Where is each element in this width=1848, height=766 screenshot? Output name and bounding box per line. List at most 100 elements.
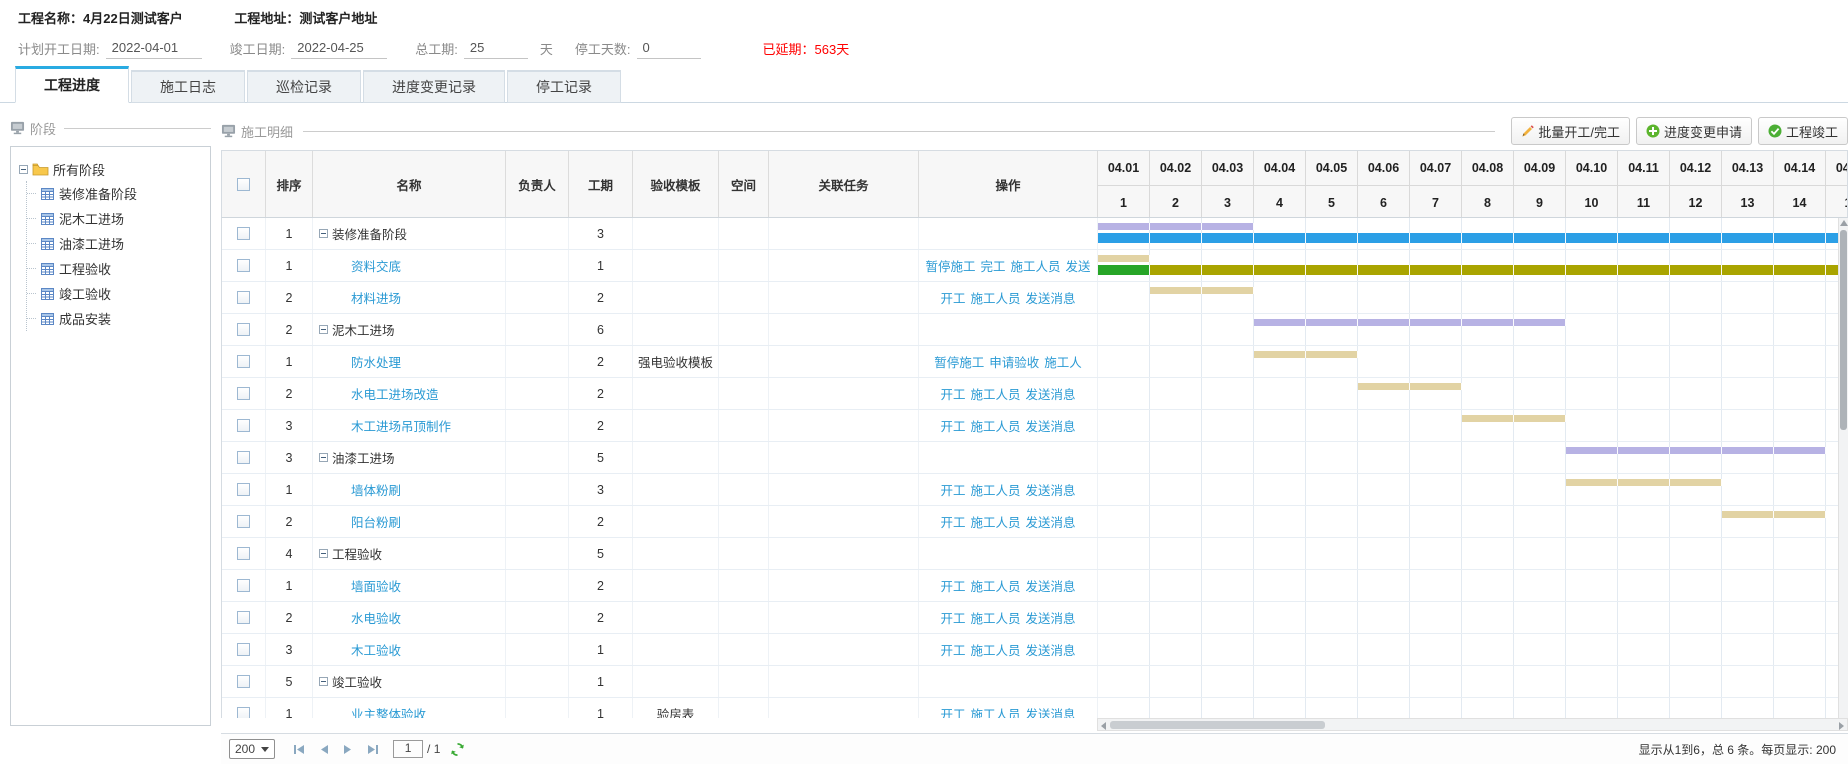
row-checkbox[interactable] <box>237 675 250 688</box>
vertical-scroll-thumb[interactable] <box>1840 230 1847 430</box>
row-checkbox[interactable] <box>237 227 250 240</box>
action-link-开工[interactable]: 开工 <box>940 416 965 435</box>
task-name-link[interactable]: 木工进场吊顶制作 <box>313 416 451 435</box>
action-link-发送消息[interactable]: 发送消息 <box>1026 576 1076 595</box>
horizontal-scrollbar[interactable] <box>1097 718 1848 731</box>
批量开工/完工-button[interactable]: 批量开工/完工 <box>1511 117 1630 145</box>
gantt-bar-task_plan[interactable] <box>1098 255 1150 262</box>
total-duration-field[interactable]: 25 <box>464 38 528 59</box>
gantt-bar-task_plan[interactable] <box>1254 351 1358 358</box>
tab-巡检记录[interactable]: 巡检记录 <box>247 70 361 103</box>
action-link-开工[interactable]: 开工 <box>940 480 965 499</box>
action-link-开工[interactable]: 开工 <box>940 512 965 531</box>
action-link-发送消息[interactable]: 发送消息 <box>1026 640 1076 659</box>
plan-start-field[interactable]: 2022-04-01 <box>106 38 202 59</box>
task-name-link[interactable]: 资料交底 <box>313 256 401 275</box>
tree-root-all-stages[interactable]: 所有阶段 <box>19 157 202 181</box>
tree-collapse-icon[interactable] <box>19 165 28 174</box>
action-link-开工[interactable]: 开工 <box>940 288 965 307</box>
action-link-发送消息[interactable]: 发送消息 <box>1026 704 1076 718</box>
collapse-icon[interactable] <box>319 549 328 558</box>
action-link-开工[interactable]: 开工 <box>940 608 965 627</box>
row-checkbox[interactable] <box>237 451 250 464</box>
scroll-right-arrow-icon[interactable] <box>1839 722 1844 730</box>
action-link-发送消息[interactable]: 发送消息 <box>1026 416 1076 435</box>
action-link-施工人员[interactable]: 施工人员 <box>970 576 1020 595</box>
task-name-link[interactable]: 材料进场 <box>313 288 401 307</box>
tree-item-装修准备阶段[interactable]: 装修准备阶段 <box>27 181 202 206</box>
gantt-bar-group_plan[interactable] <box>1254 319 1566 326</box>
tree-item-成品安装[interactable]: 成品安装 <box>27 306 202 331</box>
action-link-发送消息[interactable]: 发送消息 <box>1026 608 1076 627</box>
row-checkbox[interactable] <box>237 611 250 624</box>
refresh-button[interactable] <box>450 742 465 757</box>
collapse-icon[interactable] <box>319 229 328 238</box>
row-checkbox[interactable] <box>237 515 250 528</box>
row-checkbox[interactable] <box>237 483 250 496</box>
action-link-开工[interactable]: 开工 <box>940 704 965 718</box>
action-link-暂停施工[interactable]: 暂停施工 <box>934 352 984 371</box>
action-link-施工人员[interactable]: 施工人员 <box>970 384 1020 403</box>
tree-item-泥木工进场[interactable]: 泥木工进场 <box>27 206 202 231</box>
gantt-bar-task_plan[interactable] <box>1462 415 1566 422</box>
stop-days-field[interactable]: 0 <box>637 38 701 59</box>
action-link-发送消息[interactable]: 发送消息 <box>1026 512 1076 531</box>
row-checkbox[interactable] <box>237 387 250 400</box>
action-link-施工人员[interactable]: 施工人员 <box>970 704 1020 718</box>
action-link-发送消息[interactable]: 发送消息 <box>1026 288 1076 307</box>
task-name-link[interactable]: 水电工进场改造 <box>313 384 439 403</box>
row-checkbox[interactable] <box>237 355 250 368</box>
row-checkbox[interactable] <box>237 547 250 560</box>
tab-施工日志[interactable]: 施工日志 <box>131 70 245 103</box>
action-link-发送消息[interactable]: 发送消息 <box>1026 480 1076 499</box>
task-name-link[interactable]: 业主整体验收 <box>313 704 426 718</box>
gantt-bar-task_done[interactable] <box>1098 265 1150 275</box>
tree-item-竣工验收[interactable]: 竣工验收 <box>27 281 202 306</box>
scroll-up-arrow-icon[interactable] <box>1840 220 1848 226</box>
action-link-开工[interactable]: 开工 <box>940 640 965 659</box>
action-link-发送[interactable]: 发送 <box>1066 256 1091 275</box>
last-page-button[interactable] <box>367 744 379 755</box>
row-checkbox[interactable] <box>237 419 250 432</box>
task-name-link[interactable]: 木工验收 <box>313 640 401 659</box>
page-number-input[interactable]: 1 <box>393 740 423 758</box>
工程竣工-button[interactable]: 工程竣工 <box>1758 117 1848 145</box>
action-link-暂停施工[interactable]: 暂停施工 <box>925 256 975 275</box>
action-link-施工人员[interactable]: 施工人员 <box>1011 256 1061 275</box>
row-checkbox[interactable] <box>237 291 250 304</box>
gantt-bar-group_actual[interactable] <box>1098 233 1838 243</box>
gantt-bar-task_plan[interactable] <box>1358 383 1462 390</box>
select-all-checkbox[interactable] <box>237 178 250 191</box>
task-name-link[interactable]: 墙面验收 <box>313 576 401 595</box>
action-link-开工[interactable]: 开工 <box>940 384 965 403</box>
进度变更申请-button[interactable]: 进度变更申请 <box>1636 117 1752 145</box>
gantt-bar-task_plan[interactable] <box>1150 287 1254 294</box>
tab-停工记录[interactable]: 停工记录 <box>507 70 621 103</box>
action-link-申请验收[interactable]: 申请验收 <box>989 352 1039 371</box>
page-size-select[interactable]: 200 <box>229 739 275 759</box>
row-checkbox[interactable] <box>237 259 250 272</box>
row-checkbox[interactable] <box>237 643 250 656</box>
gantt-bar-group_plan[interactable] <box>1566 447 1826 454</box>
gantt-bar-task_plan[interactable] <box>1566 479 1722 486</box>
collapse-icon[interactable] <box>319 453 328 462</box>
action-link-施工人员[interactable]: 施工人员 <box>970 512 1020 531</box>
action-link-发送消息[interactable]: 发送消息 <box>1026 384 1076 403</box>
action-link-施工人员[interactable]: 施工人员 <box>970 640 1020 659</box>
row-checkbox[interactable] <box>237 579 250 592</box>
action-link-开工[interactable]: 开工 <box>940 576 965 595</box>
action-link-施工人[interactable]: 施工人 <box>1044 352 1082 371</box>
collapse-icon[interactable] <box>319 677 328 686</box>
horizontal-scroll-thumb[interactable] <box>1110 721 1325 729</box>
row-checkbox[interactable] <box>237 323 250 336</box>
finish-date-field[interactable]: 2022-04-25 <box>291 38 387 59</box>
tree-item-油漆工进场[interactable]: 油漆工进场 <box>27 231 202 256</box>
first-page-button[interactable] <box>293 744 305 755</box>
prev-page-button[interactable] <box>319 744 329 755</box>
action-link-施工人员[interactable]: 施工人员 <box>970 416 1020 435</box>
task-name-link[interactable]: 水电验收 <box>313 608 401 627</box>
row-checkbox[interactable] <box>237 707 250 718</box>
tree-item-工程验收[interactable]: 工程验收 <box>27 256 202 281</box>
gantt-bar-task_overdue[interactable] <box>1150 265 1838 275</box>
next-page-button[interactable] <box>343 744 353 755</box>
